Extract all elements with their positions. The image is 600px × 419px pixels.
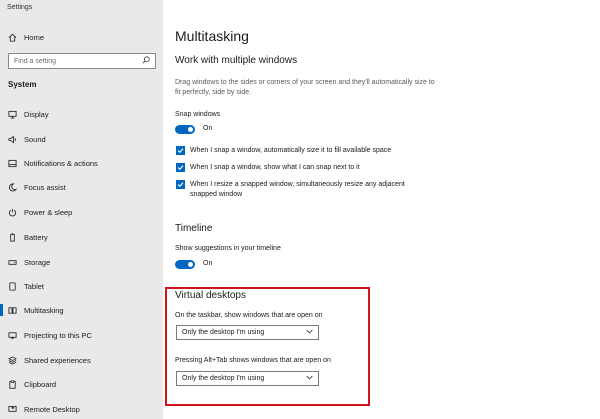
virtual-desktops-highlight-box bbox=[165, 287, 370, 406]
sidebar-item-storage[interactable]: Storage bbox=[0, 253, 163, 271]
sidebar-item-power-sleep[interactable]: Power & sleep bbox=[0, 203, 163, 221]
sidebar-item-focus-assist[interactable]: Focus assist bbox=[0, 178, 163, 196]
sidebar-item-remote-desktop[interactable]: Remote Desktop bbox=[0, 400, 163, 418]
sidebar-item-shared-experiences[interactable]: Shared experiences bbox=[0, 351, 163, 369]
home-icon bbox=[7, 32, 17, 42]
chevron-down-icon bbox=[306, 375, 313, 382]
sidebar-item-battery[interactable]: Battery bbox=[0, 228, 163, 246]
sidebar-item-label: Focus assist bbox=[24, 182, 66, 192]
search-placeholder: Find a setting bbox=[14, 57, 57, 65]
window-title: Settings bbox=[7, 4, 33, 11]
checkbox-show-snap-next-label: When I snap a window, show what I can sn… bbox=[190, 164, 360, 171]
sidebar: Settings Home Find a setting System Disp… bbox=[0, 0, 163, 419]
sidebar-item-tablet[interactable]: Tablet bbox=[0, 277, 163, 295]
sidebar-item-label: Notifications & actions bbox=[24, 158, 98, 168]
sidebar-item-label: Power & sleep bbox=[24, 207, 73, 217]
moon-icon bbox=[7, 182, 17, 192]
snap-windows-label: Snap windows bbox=[175, 111, 221, 118]
alttab-windows-dropdown[interactable]: Only the desktop I'm using bbox=[176, 371, 319, 386]
taskbar-windows-dropdown[interactable]: Only the desktop I'm using bbox=[176, 325, 319, 340]
storage-icon bbox=[7, 257, 17, 267]
sidebar-item-projecting[interactable]: Projecting to this PC bbox=[0, 326, 163, 344]
sidebar-item-clipboard[interactable]: Clipboard bbox=[0, 375, 163, 393]
sidebar-item-label: Projecting to this PC bbox=[24, 330, 92, 340]
sidebar-item-label: Battery bbox=[24, 232, 48, 242]
snap-windows-state: On bbox=[203, 125, 213, 132]
sidebar-item-notifications[interactable]: Notifications & actions bbox=[0, 154, 163, 172]
monitor-icon bbox=[7, 109, 17, 119]
sidebar-item-label: Clipboard bbox=[24, 379, 57, 389]
page-title: Multitasking bbox=[175, 28, 249, 44]
toggle-knob bbox=[188, 262, 193, 267]
check-icon bbox=[177, 182, 184, 188]
chevron-down-icon bbox=[306, 329, 313, 336]
dropdown-value: Only the desktop I'm using bbox=[182, 375, 265, 382]
timeline-suggestions-state: On bbox=[203, 260, 213, 267]
sidebar-item-multitasking[interactable]: Multitasking bbox=[0, 301, 163, 319]
snap-windows-toggle[interactable] bbox=[175, 125, 195, 134]
projector-icon bbox=[7, 330, 17, 340]
speaker-icon bbox=[7, 134, 17, 144]
timeline-suggestions-toggle[interactable] bbox=[175, 260, 195, 269]
sidebar-home-label: Home bbox=[24, 32, 45, 42]
virtual-desktops-heading: Virtual desktops bbox=[175, 290, 246, 301]
sidebar-item-label: Tablet bbox=[24, 281, 45, 291]
taskbar-windows-label: On the taskbar, show windows that are op… bbox=[175, 312, 323, 319]
remote-desktop-icon bbox=[7, 404, 17, 414]
alttab-windows-label: Pressing Alt+Tab shows windows that are … bbox=[175, 357, 331, 364]
toggle-knob bbox=[188, 127, 193, 132]
selection-indicator bbox=[0, 304, 3, 316]
sidebar-home[interactable]: Home bbox=[0, 28, 163, 46]
dropdown-value: Only the desktop I'm using bbox=[182, 329, 265, 336]
checkbox-fill-space-label: When I snap a window, automatically size… bbox=[190, 147, 392, 154]
sidebar-section-header: System bbox=[8, 80, 37, 89]
sidebar-item-sound[interactable]: Sound bbox=[0, 130, 163, 148]
sidebar-item-label: Sound bbox=[24, 134, 46, 144]
checkbox-fill-space[interactable] bbox=[176, 146, 185, 155]
search-input[interactable]: Find a setting bbox=[8, 53, 156, 69]
power-icon bbox=[7, 207, 17, 217]
checkbox-resize-adjacent[interactable] bbox=[176, 180, 185, 189]
notification-icon bbox=[7, 158, 17, 168]
sidebar-item-label: Storage bbox=[24, 257, 51, 267]
check-icon bbox=[177, 148, 184, 154]
multitasking-icon bbox=[7, 305, 17, 315]
check-icon bbox=[177, 165, 184, 171]
clipboard-icon bbox=[7, 379, 17, 389]
checkbox-resize-adjacent-label: When I resize a snapped window, simultan… bbox=[190, 181, 405, 198]
windows-heading: Work with multiple windows bbox=[175, 55, 298, 66]
shared-icon bbox=[7, 355, 17, 365]
sidebar-item-label: Remote Desktop bbox=[24, 404, 80, 414]
sidebar-item-label: Display bbox=[24, 109, 49, 119]
main-content: Multitasking Work with multiple windows … bbox=[163, 0, 600, 419]
search-icon bbox=[142, 56, 150, 66]
battery-icon bbox=[7, 232, 17, 242]
windows-description: Drag windows to the sides or corners of … bbox=[175, 79, 435, 96]
timeline-suggestions-label: Show suggestions in your timeline bbox=[175, 245, 281, 252]
timeline-heading: Timeline bbox=[175, 223, 213, 234]
sidebar-item-label: Shared experiences bbox=[24, 355, 91, 365]
sidebar-item-label: Multitasking bbox=[24, 305, 64, 315]
checkbox-show-snap-next[interactable] bbox=[176, 163, 185, 172]
sidebar-item-display[interactable]: Display bbox=[0, 105, 163, 123]
tablet-icon bbox=[7, 281, 17, 291]
